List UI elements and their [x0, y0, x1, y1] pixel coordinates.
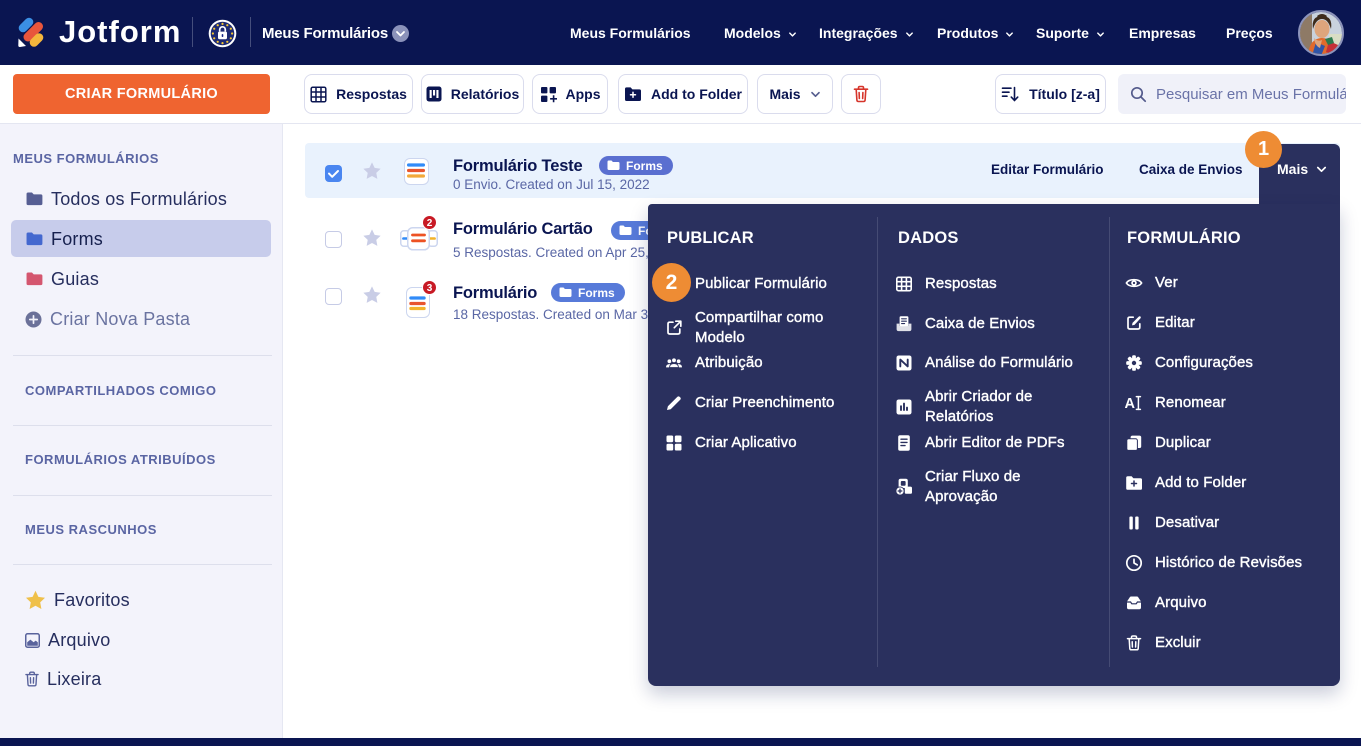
- svg-text:A: A: [1125, 396, 1136, 412]
